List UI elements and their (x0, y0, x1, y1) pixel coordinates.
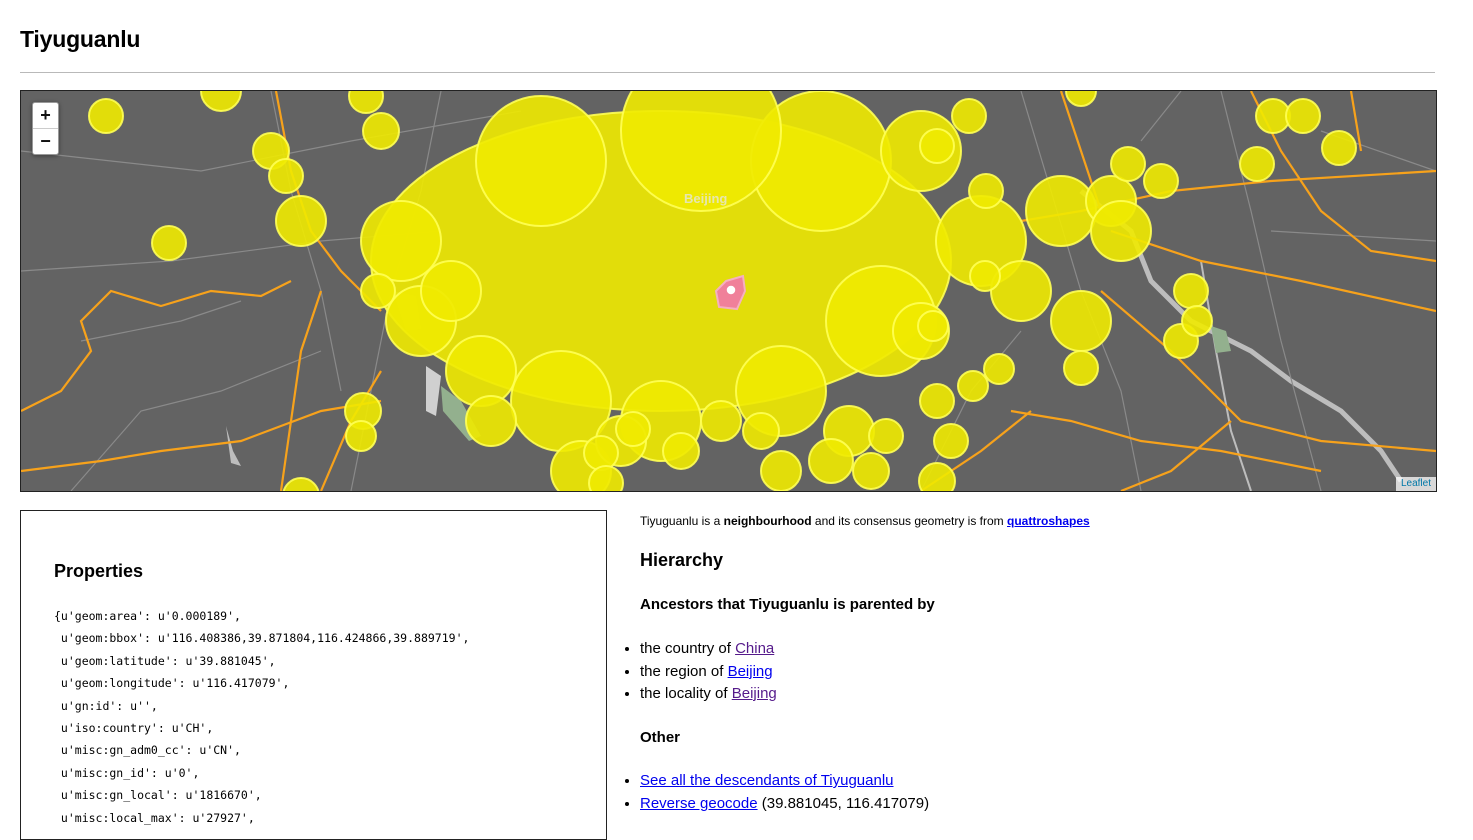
other-heading: Other (640, 729, 681, 746)
property-line: u'iso:country': u'CH', (54, 721, 214, 736)
list-item: the country of China (640, 638, 777, 661)
map-canvas[interactable]: Beijing (21, 91, 1436, 491)
properties-heading: Properties (54, 561, 144, 581)
title-divider (20, 72, 1435, 73)
page-title: Tiyuguanlu (20, 26, 141, 52)
placetype: neighbourhood (723, 514, 812, 528)
summary-text: is a (698, 514, 724, 528)
summary-sentence: Tiyuguanlu is a neighbourhood and its co… (640, 514, 1090, 528)
properties-code: {u'geom:area': u'0.000189', u'geom:bbox'… (54, 605, 469, 829)
property-line: u'geom:bbox': u'116.408386,39.871804,116… (54, 631, 470, 646)
summary-text: and its consensus geometry is from (811, 514, 1008, 528)
ancestors-list: the country of China the region of Beiji… (625, 638, 777, 706)
zoom-in-button[interactable]: + (33, 103, 58, 129)
reverse-geocode-link[interactable]: Reverse geocode (640, 795, 758, 812)
property-line: u'misc:gn_local': u'1816670', (54, 788, 262, 803)
source-link[interactable]: quattroshapes (1007, 514, 1090, 528)
zoom-control: + − (32, 102, 59, 155)
list-item: the region of Beijing (640, 661, 777, 684)
ancestor-link-region[interactable]: Beijing (728, 663, 773, 680)
leaflet-link[interactable]: Leaflet (1401, 478, 1431, 489)
property-line: {u'geom:area': u'0.000189', (54, 609, 241, 623)
property-line: u'misc:local_max': u'27927', (54, 810, 255, 825)
coordinates-text: (39.881045, 116.417079) (757, 794, 930, 812)
ancestor-link-locality[interactable]: Beijing (732, 685, 777, 702)
map[interactable]: Beijing + − Leaflet (20, 90, 1437, 492)
ancestors-heading: Ancestors that Tiyuguanlu is parented by (640, 596, 935, 613)
list-item: the locality of Beijing (640, 683, 777, 706)
hierarchy-heading: Hierarchy (640, 550, 724, 570)
properties-panel: Properties {u'geom:area': u'0.000189', u… (20, 510, 607, 840)
list-item: See all the descendants of Tiyuguanlu (640, 770, 929, 793)
zoom-out-button[interactable]: − (33, 129, 58, 154)
summary-name: Tiyuguanlu (640, 514, 699, 528)
property-line: u'geom:latitude': u'39.881045', (54, 653, 276, 668)
ancestor-label: the country of (640, 640, 736, 657)
ancestor-link-country[interactable]: China (735, 640, 774, 657)
ancestor-label: the region of (640, 662, 728, 680)
map-attribution: Leaflet (1395, 477, 1436, 491)
list-item: Reverse geocode (39.881045, 116.417079) (640, 793, 929, 816)
other-list: See all the descendants of Tiyuguanlu Re… (625, 770, 929, 815)
ancestor-label: the locality of (640, 685, 732, 702)
property-line: u'gn:id': u'', (54, 698, 158, 713)
property-line: u'geom:longitude': u'116.417079', (54, 676, 290, 691)
property-line: u'misc:gn_adm0_cc': u'CN', (54, 743, 241, 758)
descendants-link[interactable]: See all the descendants of Tiyuguanlu (640, 772, 894, 789)
property-line: u'misc:gn_id': u'0', (54, 765, 200, 780)
map-label-beijing: Beijing (684, 191, 727, 206)
